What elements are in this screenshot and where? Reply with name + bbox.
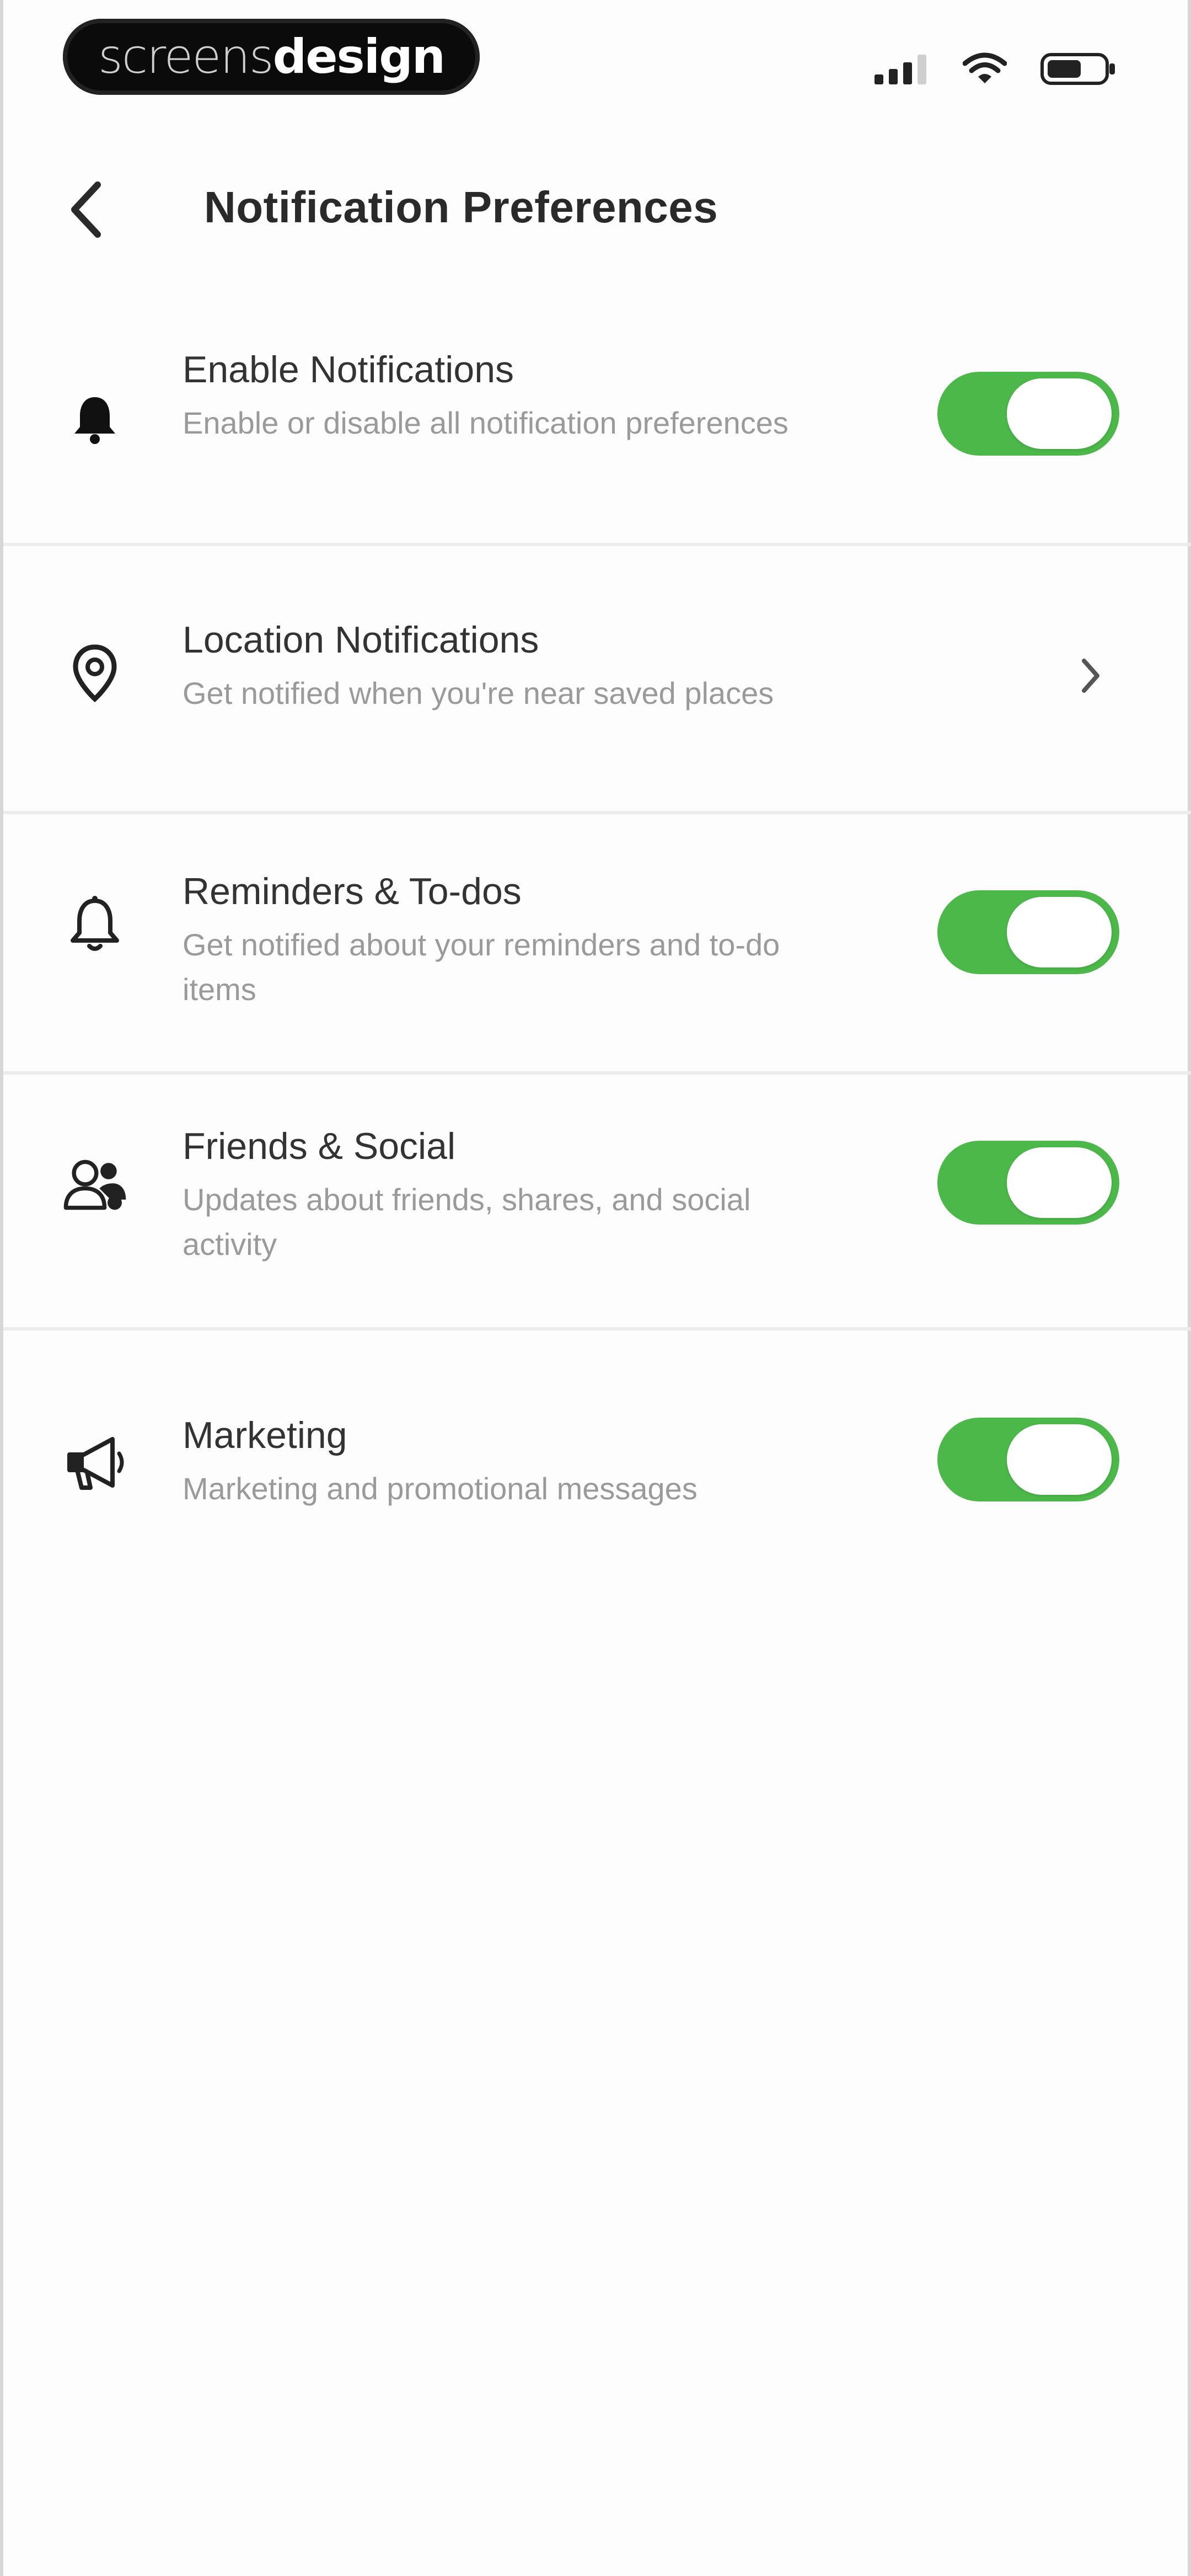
brand-wordmark-light: screens [98,29,274,84]
marketing-toggle[interactable] [937,1418,1119,1501]
setting-subtitle: Get notified when you're near saved plac… [183,675,774,710]
wifi-icon [963,52,1007,83]
phone-screen: screensdesign Notification Preferences E… [0,0,1191,2576]
toggle-knob [1007,1147,1112,1218]
setting-row-location-notifications[interactable]: Location Notifications Get notified when… [3,546,1191,814]
toggle-knob [1007,1424,1112,1495]
map-pin-icon [62,640,128,706]
setting-subtitle: Updates about friends, shares, and socia… [183,1182,751,1262]
page-title: Notification Preferences [204,183,718,232]
setting-row-friends-social: Friends & Social Updates about friends, … [3,1075,1191,1330]
brand-logo: screensdesign [63,19,480,95]
bell-outline-icon [62,891,128,958]
friends-icon [62,1152,128,1218]
setting-text: Enable Notifications Enable or disable a… [183,348,899,445]
setting-text: Friends & Social Updates about friends, … [183,1124,899,1266]
brand-wordmark-bold: design [272,29,446,84]
back-button[interactable] [58,171,114,248]
brand-wordmark: screensdesign [98,33,446,81]
setting-subtitle: Marketing and promotional messages [183,1471,698,1506]
toggle-knob [1007,378,1112,449]
setting-title: Location Notifications [183,619,539,661]
setting-subtitle: Get notified about your reminders and to… [183,927,780,1007]
status-icons [875,50,1117,88]
megaphone-icon [62,1430,128,1496]
setting-title: Enable Notifications [183,349,514,391]
toggle-knob [1007,897,1112,968]
chevron-right-icon[interactable] [1074,651,1107,701]
setting-row-reminders: Reminders & To-dos Get notified about yo… [3,814,1191,1075]
enable-notifications-toggle[interactable] [937,372,1119,456]
friends-social-toggle[interactable] [937,1141,1119,1225]
setting-row-enable-notifications: Enable Notifications Enable or disable a… [3,314,1191,546]
setting-title: Friends & Social [183,1125,456,1167]
setting-subtitle: Enable or disable all notification prefe… [183,405,788,440]
settings-list: Enable Notifications Enable or disable a… [3,314,1191,1562]
setting-text: Reminders & To-dos Get notified about yo… [183,869,899,1012]
battery-icon [1040,53,1115,85]
setting-title: Marketing [183,1414,347,1456]
screen-header: Notification Preferences [3,160,1191,259]
chevron-left-icon [71,181,101,238]
setting-row-marketing: Marketing Marketing and promotional mess… [3,1330,1191,1562]
status-bar: screensdesign [3,0,1191,121]
setting-text: Location Notifications Get notified when… [183,618,899,715]
setting-title: Reminders & To-dos [183,870,522,912]
setting-text: Marketing Marketing and promotional mess… [183,1413,899,1511]
reminders-toggle[interactable] [937,890,1119,974]
signal-icon [875,55,926,84]
bell-filled-icon [62,386,128,452]
